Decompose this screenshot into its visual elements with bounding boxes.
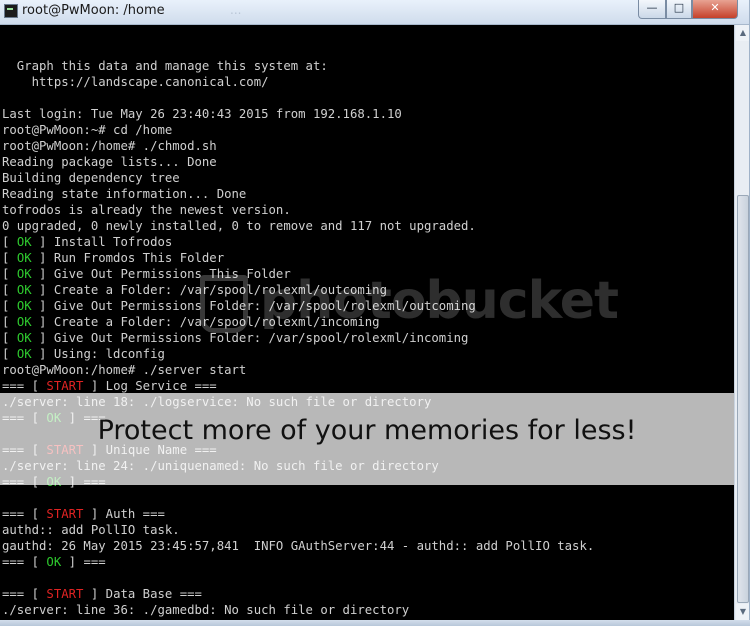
terminal-line: [ OK ] Create a Folder: /var/spool/rolex… [2, 282, 594, 298]
status-start-tag: START [46, 379, 84, 393]
terminal-text: ] Create a Folder: /var/spool/rolexml/ou… [31, 283, 387, 297]
terminal-line: Building dependency tree [2, 171, 180, 185]
terminal-text: ] Give Out Permissions Folder: /var/spoo… [31, 331, 469, 345]
status-ok-tag: OK [16, 267, 32, 281]
status-ok-tag: OK [16, 283, 32, 297]
terminal-text: [ [2, 283, 17, 297]
terminal-line: tofrodos is already the newest version. [2, 203, 291, 217]
terminal-icon [4, 4, 18, 18]
minimize-button[interactable]: — [638, 0, 666, 19]
terminal-text: ] Using: ldconfig [31, 347, 165, 361]
terminal-text: [ [2, 267, 17, 281]
terminal-line: === [ START ] Auth === [2, 506, 594, 522]
terminal-text: === [ [2, 587, 47, 601]
terminal-text: ] === [61, 555, 106, 569]
terminal-text: [ [2, 315, 17, 329]
terminal-line: gauthd: 26 May 2015 23:45:57,841 INFO GA… [2, 539, 595, 553]
scrollbar-thumb[interactable] [737, 195, 749, 603]
terminal-text: ] Log Service === [83, 379, 217, 393]
terminal-line: [ OK ] Give Out Permissions Folder: /var… [2, 298, 594, 314]
terminal-line: [ OK ] Give Out Permissions This Folder [2, 266, 594, 282]
watermark-banner: Protect more of your memories for less! [0, 393, 734, 485]
terminal-text: [ [2, 251, 17, 265]
terminal-line: [ OK ] Run Fromdos This Folder [2, 250, 594, 266]
maximize-button[interactable]: □ [666, 0, 692, 19]
terminal-output[interactable]: Graph this data and manage this system a… [0, 25, 734, 620]
chevron-down-icon[interactable]: ▼ [736, 604, 750, 620]
terminal-text: === [ [2, 555, 47, 569]
terminal-text: ] Run Fromdos This Folder [31, 251, 225, 265]
terminal-line: [ OK ] Using: ldconfig [2, 346, 594, 362]
terminal-line: Reading state information... Done [2, 187, 247, 201]
terminal-line: authd:: add PollIO task. [2, 523, 180, 537]
terminal-text: ] Install Tofrodos [31, 235, 173, 249]
terminal-text: === [ [2, 507, 47, 521]
terminal-line: Last login: Tue May 26 23:40:43 2015 fro… [2, 107, 402, 121]
status-ok-tag: OK [16, 235, 32, 249]
terminal-line: ./server: line 36: ./gamedbd: No such fi… [2, 603, 410, 617]
terminal-text: [ [2, 235, 17, 249]
terminal-line: === [ OK ] === [2, 554, 594, 570]
terminal-line: Graph this data and manage this system a… [2, 59, 328, 73]
status-ok-tag: OK [16, 315, 32, 329]
watermark-banner-text: Protect more of your memories for less! [97, 415, 637, 446]
window-title: root@PwMoon: /home [22, 3, 165, 18]
terminal-line: Reading package lists... Done [2, 155, 217, 169]
terminal-line: [ OK ] Create a Folder: /var/spool/rolex… [2, 314, 594, 330]
terminal-text: ] Auth === [83, 507, 165, 521]
vertical-scrollbar[interactable]: ▲ ▼ [734, 25, 750, 620]
terminal-text: ] Give Out Permissions This Folder [31, 267, 291, 281]
title-ghost-text: ... [230, 3, 242, 17]
chevron-up-icon[interactable]: ▲ [736, 25, 750, 41]
terminal-line: root@PwMoon:/home# ./server start [2, 363, 247, 377]
close-button[interactable]: ✕ [692, 0, 738, 19]
status-start-tag: START [46, 507, 84, 521]
terminal-line: [ OK ] Install Tofrodos [2, 234, 594, 250]
terminal-line: root@PwMoon:/home# ./chmod.sh [2, 139, 217, 153]
status-ok-tag: OK [46, 555, 62, 569]
terminal-window: root@PwMoon: /home ... — □ ✕ Graph this … [0, 0, 750, 626]
title-bar[interactable]: root@PwMoon: /home ... — □ ✕ [0, 0, 750, 25]
terminal-text: [ [2, 347, 17, 361]
terminal-text: ] Create a Folder: /var/spool/rolexml/in… [31, 315, 380, 329]
terminal-text: ] Data Base === [83, 587, 202, 601]
terminal-line: 0 upgraded, 0 newly installed, 0 to remo… [2, 219, 476, 233]
terminal-text: [ [2, 299, 17, 313]
terminal-lines: Graph this data and manage this system a… [2, 42, 594, 620]
terminal-line: === [ START ] Log Service === [2, 378, 594, 394]
status-ok-tag: OK [16, 347, 32, 361]
terminal-line: [ OK ] Give Out Permissions Folder: /var… [2, 330, 594, 346]
terminal-text: === [ [2, 379, 47, 393]
terminal-text: [ [2, 331, 17, 345]
status-ok-tag: OK [16, 299, 32, 313]
terminal-line: https://landscape.canonical.com/ [2, 75, 269, 89]
terminal-line: root@PwMoon:~# cd /home [2, 123, 173, 137]
terminal-text: ] Give Out Permissions Folder: /var/spoo… [31, 299, 476, 313]
status-ok-tag: OK [16, 251, 32, 265]
status-ok-tag: OK [16, 331, 32, 345]
status-start-tag: START [46, 587, 84, 601]
window-bottom-frame [0, 620, 750, 626]
terminal-line: === [ START ] Data Base === [2, 586, 594, 602]
